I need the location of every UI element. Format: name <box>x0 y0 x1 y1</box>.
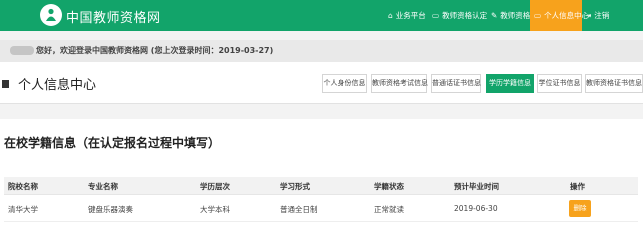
welcome-bar: 您好，欢迎登录中国教师资格网 (您上次登录时间：2019-03-27) <box>0 40 643 62</box>
cell-education-level: 大学本科 <box>200 205 230 214</box>
column-header: 操作 <box>570 182 585 191</box>
monitor-icon: ▭ <box>432 11 440 20</box>
cell-school: 清华大学 <box>8 205 38 214</box>
tab-exam-info[interactable]: 教师资格考试信息 <box>371 74 428 93</box>
table-header: 院校名称 专业名称 学历层次 学习形式 学籍状态 预计毕业时间 操作 <box>4 177 638 195</box>
table-row: 清华大学 键盘乐器演奏 大学本科 普通全日制 正常就读 2019-06-30 删… <box>4 196 638 222</box>
redacted-username <box>10 46 34 55</box>
delete-button[interactable]: 删除 <box>569 200 591 217</box>
site-title[interactable]: 中国教师资格网 <box>66 7 161 26</box>
home-icon: ⌂ <box>388 11 393 20</box>
tab-education-info[interactable]: 学历学籍信息 <box>486 74 534 93</box>
tab-mandarin-certificate[interactable]: 普通话证书信息 <box>431 74 481 93</box>
section-title: 在校学籍信息（在认定报名过程中填写） <box>4 136 221 150</box>
topnav-logout[interactable]: ⇥ 注销 <box>585 0 609 31</box>
column-header: 预计毕业时间 <box>454 182 499 191</box>
column-header: 学习形式 <box>280 182 310 191</box>
topnav-business-platform[interactable]: ⌂ 业务平台 <box>388 0 426 31</box>
edit-icon: ✎ <box>491 11 498 20</box>
topnav-label: 个人信息中心 <box>544 11 590 20</box>
header-panel: 个人信息中心 个人身份信息 教师资格考试信息 普通话证书信息 学历学籍信息 学位… <box>0 62 643 104</box>
column-header: 院校名称 <box>8 182 38 191</box>
page-icon <box>2 80 9 88</box>
tab-personal-identity[interactable]: 个人身份信息 <box>322 74 367 93</box>
top-bar: 中国教师资格网 ⌂ 业务平台 ▭ 教师资格认定 ✎ 教师资格定期注册 ▭ 个人信… <box>0 0 643 31</box>
cell-major: 键盘乐器演奏 <box>88 205 133 214</box>
monitor-icon: ▭ <box>534 11 542 20</box>
column-header: 学历层次 <box>200 182 230 191</box>
logo-icon[interactable] <box>40 4 62 26</box>
topnav-label: 教师资格认定 <box>442 11 488 20</box>
topnav-label: 注销 <box>594 11 610 20</box>
cell-status: 正常就读 <box>374 205 404 214</box>
logout-icon: ⇥ <box>585 11 592 20</box>
page-title: 个人信息中心 <box>18 78 97 93</box>
cell-graduation-date: 2019-06-30 <box>454 204 498 213</box>
topnav-personal-center[interactable]: ▭ 个人信息中心 <box>530 0 589 31</box>
column-header: 专业名称 <box>88 182 118 191</box>
tab-teacher-certificate[interactable]: 教师资格证书信息 <box>585 74 643 93</box>
topnav-label: 业务平台 <box>395 11 426 20</box>
content-panel: 在校学籍信息（在认定报名过程中填写） 院校名称 专业名称 学历层次 学习形式 学… <box>0 119 643 248</box>
welcome-text: 您好，欢迎登录中国教师资格网 (您上次登录时间：2019-03-27) <box>36 46 274 55</box>
cell-study-form: 普通全日制 <box>280 205 318 214</box>
topnav-qualification-certification[interactable]: ▭ 教师资格认定 <box>432 0 487 31</box>
column-header: 学籍状态 <box>374 182 404 191</box>
tab-degree-certificate[interactable]: 学位证书信息 <box>537 74 582 93</box>
